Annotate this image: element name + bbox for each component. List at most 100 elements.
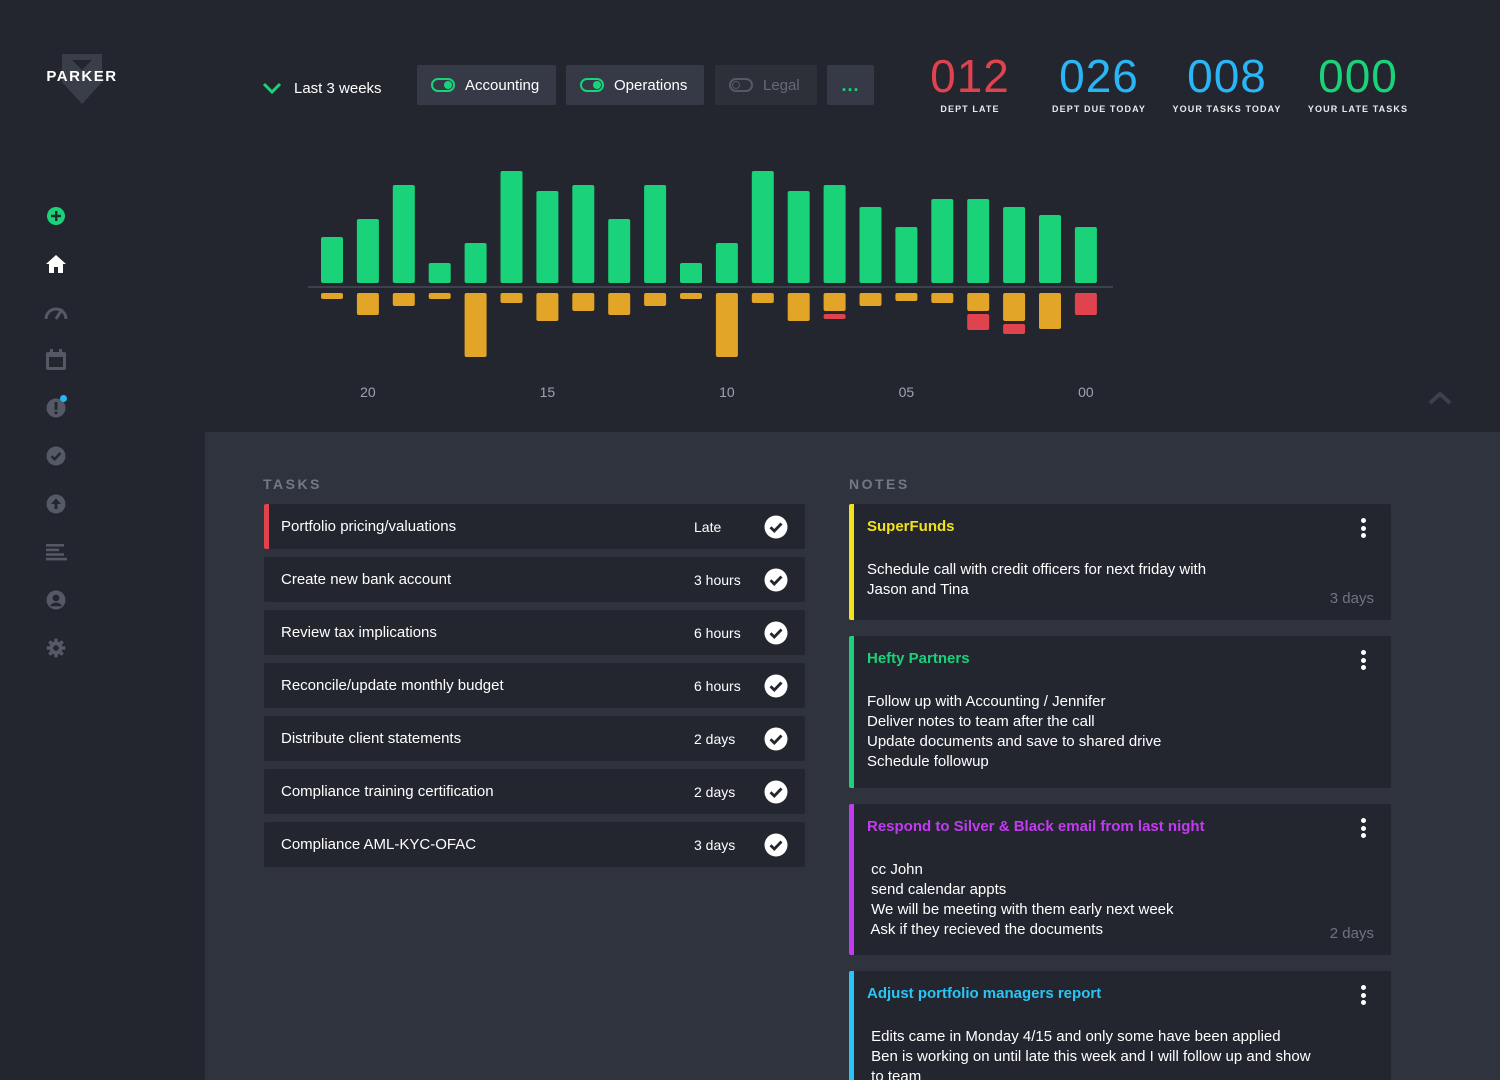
bar-completed [572,185,595,283]
notes-heading: NOTES [849,476,910,492]
sidebar-item-add[interactable] [40,200,72,232]
bar-pending [321,293,343,299]
bar-pending [1003,293,1026,321]
bar-pending [536,293,559,321]
task-row[interactable]: Review tax implications 6 hours [264,610,805,655]
note-card[interactable]: Respond to Silver & Black email from las… [849,804,1391,955]
bar-completed [500,171,523,283]
check-circle-icon[interactable] [764,515,788,539]
sidebar-item-profile[interactable] [40,584,72,616]
task-due: 6 hours [694,624,741,641]
bar-pending [859,293,882,306]
bar-completed [751,171,774,283]
filter-legal[interactable]: Legal [715,65,817,105]
filter-operations[interactable]: Operations [566,65,704,105]
task-row[interactable]: Distribute client statements 2 days [264,716,805,761]
note-title: Hefty Partners [867,650,970,667]
sidebar-item-completed[interactable] [40,440,72,472]
bar-completed [680,263,702,283]
bar-pending [895,293,918,301]
x-tick-label: 15 [540,384,556,400]
add-circle-icon [47,207,65,225]
task-due: 3 hours [694,571,741,588]
task-row[interactable]: Compliance AML-KYC-OFAC 3 days [264,822,805,867]
bar-completed [536,191,559,283]
more-filters-button[interactable]: ... [827,65,874,105]
x-tick-label: 10 [719,384,735,400]
stat-your-tasks-today[interactable]: 008 YOUR TASKS TODAY [1170,50,1284,114]
bar-pending [931,293,954,303]
x-tick-label: 05 [899,384,915,400]
bar-completed [1039,215,1061,283]
notes-list: SuperFunds Schedule call with credit off… [849,504,1391,1080]
bar-pending [392,293,415,306]
speedometer-icon [44,307,68,320]
sidebar-item-dashboard[interactable] [40,296,72,328]
check-circle-icon[interactable] [764,568,788,592]
task-due: 2 days [694,783,736,800]
toggle-on-icon[interactable] [431,78,455,92]
toggle-off-icon[interactable] [729,78,753,92]
task-row[interactable]: Reconcile/update monthly budget 6 hours [264,663,805,708]
stat-dept-late[interactable]: 012 DEPT LATE [920,50,1020,114]
chevron-up-icon[interactable] [1426,388,1454,408]
tasks-heading: TASKS [263,476,322,492]
note-card[interactable]: SuperFunds Schedule call with credit off… [849,504,1391,620]
bar-pending [680,293,702,299]
sidebar-item-reports[interactable] [40,536,72,568]
filter-label: Operations [614,76,688,94]
more-vert-icon[interactable] [1359,518,1367,538]
parker-logo[interactable]: PARKER [46,52,118,108]
bar-completed [823,185,846,283]
stat-your-late-tasks[interactable]: 000 YOUR LATE TASKS [1305,50,1411,114]
note-color-bar [849,636,854,788]
note-line: Ben is working on until late this week a… [867,1048,1311,1065]
chevron-down-icon [262,82,282,94]
check-circle-icon[interactable] [764,621,788,645]
x-tick-label: 20 [360,384,376,400]
notification-badge [60,395,67,402]
bar-completed [787,191,810,283]
note-line: send calendar appts [867,881,1007,898]
stat-label: YOUR LATE TASKS [1307,104,1409,114]
filter-label: Legal [763,76,800,94]
calendar-icon [46,349,66,370]
more-vert-icon[interactable] [1359,818,1367,838]
date-range-select[interactable]: Last 3 weeks [262,72,382,104]
sidebar-item-settings[interactable] [40,632,72,664]
task-row[interactable]: Create new bank account 3 hours [264,557,805,602]
bar-late [1003,324,1026,334]
bar-completed [931,199,954,283]
sidebar-item-calendar[interactable] [40,344,72,376]
check-circle-icon[interactable] [764,727,788,751]
sidebar-item-alerts[interactable] [40,392,72,424]
brand-name: PARKER [46,68,118,85]
sidebar-item-home[interactable] [40,248,72,280]
stat-dept-due-today[interactable]: 026 DEPT DUE TODAY [1046,50,1152,114]
note-age: 2 days [1329,925,1374,942]
toggle-on-icon[interactable] [580,78,604,92]
bar-pending [787,293,810,321]
more-vert-icon[interactable] [1359,650,1367,670]
filter-label: Accounting [465,76,540,94]
check-circle-icon[interactable] [764,674,788,698]
check-circle-icon[interactable] [764,780,788,804]
upload-icon [46,494,66,514]
bar-completed [895,227,918,283]
bar-completed [859,207,882,283]
note-card[interactable]: Hefty Partners Follow up with Accounting… [849,636,1391,788]
bar-completed [608,219,631,283]
task-row[interactable]: Compliance training certification 2 days [264,769,805,814]
note-color-bar [849,804,854,955]
check-circle-icon[interactable] [764,833,788,857]
bar-pending [1039,293,1061,329]
filter-accounting[interactable]: Accounting [417,65,556,105]
task-row[interactable]: Portfolio pricing/valuations Late [264,504,805,549]
note-card[interactable]: Adjust portfolio managers report Edits c… [849,971,1391,1080]
tasks-list: Portfolio pricing/valuations Late Create… [264,504,805,875]
more-vert-icon[interactable] [1359,985,1367,1005]
note-body: Follow up with Accounting / Jennifer Del… [867,692,1371,772]
stat-label: DEPT LATE [940,104,1000,114]
sidebar-item-upload[interactable] [40,488,72,520]
bar-pending [751,293,774,303]
